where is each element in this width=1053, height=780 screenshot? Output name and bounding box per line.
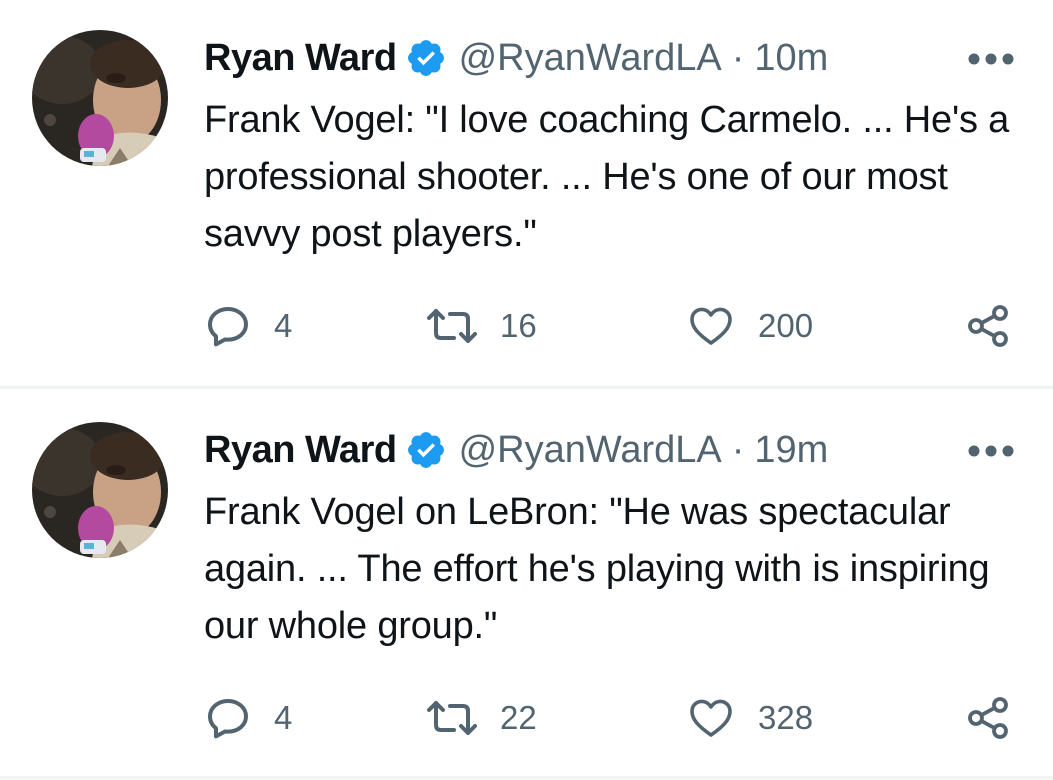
retweet-button[interactable]: 16 — [426, 298, 537, 354]
tweet[interactable]: Ryan Ward @RyanWardLA · 10m Frank Vogel:… — [0, 0, 1053, 388]
reply-button[interactable]: 4 — [204, 298, 292, 354]
share-button[interactable] — [964, 690, 1012, 746]
retweet-count: 16 — [500, 307, 537, 344]
reply-icon — [204, 694, 252, 742]
timeline-feed: Ryan Ward @RyanWardLA · 10m Frank Vogel:… — [0, 0, 1053, 780]
like-button[interactable]: 328 — [686, 690, 813, 746]
tweet-text: Frank Vogel on LeBron: "He was spectacul… — [204, 491, 990, 647]
more-horizontal-icon[interactable] — [967, 52, 1015, 66]
retweet-icon — [426, 694, 478, 742]
timestamp[interactable]: 10m — [754, 37, 828, 80]
avatar[interactable] — [32, 30, 168, 166]
heart-icon — [686, 694, 736, 742]
retweet-icon — [426, 302, 478, 350]
like-count: 200 — [758, 307, 814, 344]
verified-badge-icon — [405, 429, 447, 471]
reply-icon — [204, 302, 252, 350]
like-button[interactable]: 200 — [686, 298, 813, 354]
like-count: 328 — [758, 699, 814, 736]
reply-button[interactable]: 4 — [204, 690, 292, 746]
share-button[interactable] — [964, 298, 1012, 354]
verified-badge-icon — [405, 37, 447, 79]
retweet-count: 22 — [500, 699, 537, 736]
separator-dot: · — [731, 428, 745, 471]
reply-count: 4 — [274, 699, 293, 736]
tweet-text: Frank Vogel: "I love coaching Carmelo. .… — [204, 99, 1010, 255]
tweet-actions: 4 22 328 — [204, 690, 1024, 746]
author-name[interactable]: Ryan Ward — [204, 429, 397, 472]
tweet-actions: 4 16 200 — [204, 298, 1024, 354]
reply-count: 4 — [274, 307, 293, 344]
author-handle[interactable]: @RyanWardLA — [459, 429, 722, 472]
tweet-header: Ryan Ward @RyanWardLA · 19m — [204, 422, 828, 478]
tweet[interactable]: Ryan Ward @RyanWardLA · 19m Frank Vogel … — [0, 392, 1053, 780]
retweet-button[interactable]: 22 — [426, 690, 537, 746]
share-icon — [964, 694, 1012, 742]
timestamp[interactable]: 19m — [754, 429, 828, 472]
author-name[interactable]: Ryan Ward — [204, 37, 397, 80]
tweet-header: Ryan Ward @RyanWardLA · 10m — [204, 30, 828, 86]
share-icon — [964, 302, 1012, 350]
author-handle[interactable]: @RyanWardLA — [459, 37, 722, 80]
heart-icon — [686, 302, 736, 350]
separator-dot: · — [731, 36, 745, 79]
tweet-divider — [0, 386, 1053, 389]
tweet-divider — [0, 776, 1053, 779]
more-horizontal-icon[interactable] — [967, 444, 1015, 458]
avatar[interactable] — [32, 422, 168, 558]
